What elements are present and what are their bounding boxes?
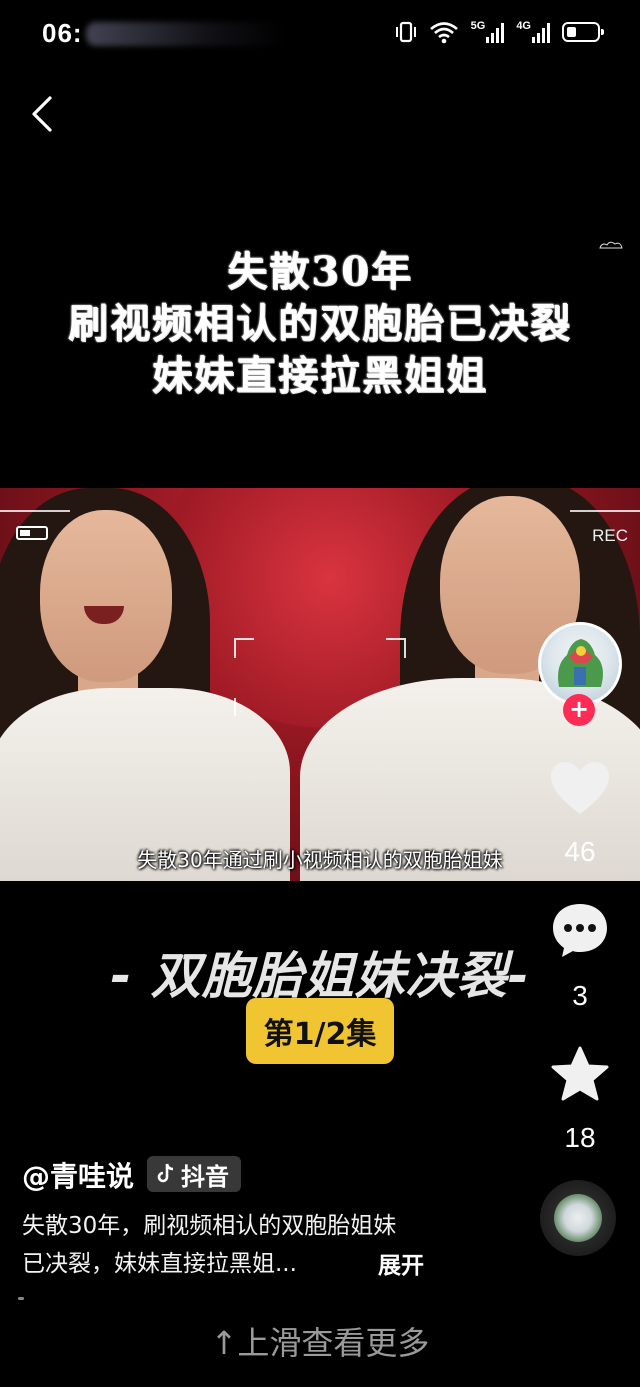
signal-4g: 4G — [516, 21, 550, 43]
back-button[interactable] — [22, 90, 62, 138]
like-button[interactable] — [540, 760, 620, 820]
video-headline: 失散30年 刷视频相认的双胞胎已决裂 妹妹直接拉黑姐姐 — [0, 246, 640, 402]
music-disc-button[interactable] — [540, 1180, 616, 1256]
swipe-up-hint[interactable]: ↑上滑查看更多 — [0, 1318, 640, 1364]
avatar-image — [558, 639, 603, 687]
status-bar: 06: 5G 4G — [0, 0, 640, 72]
focus-corner — [386, 638, 406, 658]
episode-badge[interactable]: 第1/2集 — [246, 998, 394, 1064]
caption-line-1: 失散30年，刷视频相认的双胞胎姐妹 — [22, 1213, 397, 1239]
star-icon — [551, 1046, 609, 1101]
author-handle[interactable]: @青哇说 — [22, 1155, 134, 1195]
wifi-icon — [429, 22, 458, 44]
frame-rule-right — [570, 510, 640, 512]
like-count: 46 — [564, 836, 596, 867]
cloud-decoration — [599, 241, 623, 249]
headline-line-3: 妹妹直接拉黑姐姐 — [152, 352, 488, 399]
favorite-count: 18 — [564, 1122, 596, 1153]
headline-line-1: 失散30年 — [227, 248, 413, 295]
back-icon — [32, 96, 52, 132]
network-4g-label: 4G — [516, 20, 531, 32]
heart-icon — [551, 762, 609, 814]
status-time: 06: — [42, 18, 83, 48]
focus-corner — [234, 638, 254, 658]
expand-button[interactable]: 展开 — [378, 1246, 424, 1280]
signal-icon — [532, 21, 550, 43]
focus-corner — [234, 698, 254, 716]
favorite-button[interactable] — [540, 1046, 620, 1106]
signal-icon — [486, 21, 505, 43]
battery-level — [567, 27, 576, 37]
battery-icon — [562, 22, 604, 42]
rec-label: REC — [592, 526, 628, 545]
follow-button[interactable]: + — [563, 694, 595, 726]
music-disc-icon — [554, 1194, 602, 1242]
signal-5g: 5G — [471, 21, 505, 43]
blurred-region — [86, 22, 286, 46]
tiktok-icon — [157, 1163, 174, 1183]
progress-dot — [18, 1297, 24, 1300]
frame-rule-left — [0, 510, 70, 512]
camera-battery-icon — [16, 526, 48, 540]
status-icons: 5G 4G — [395, 20, 604, 44]
left-person-face — [40, 510, 172, 682]
vibrate-icon — [395, 21, 416, 43]
network-5g-label: 5G — [470, 20, 486, 32]
platform-label: 抖音 — [181, 1162, 229, 1191]
platform-tag[interactable]: 抖音 — [147, 1156, 241, 1192]
headline-line-2: 刷视频相认的双胞胎已决裂 — [68, 300, 572, 347]
